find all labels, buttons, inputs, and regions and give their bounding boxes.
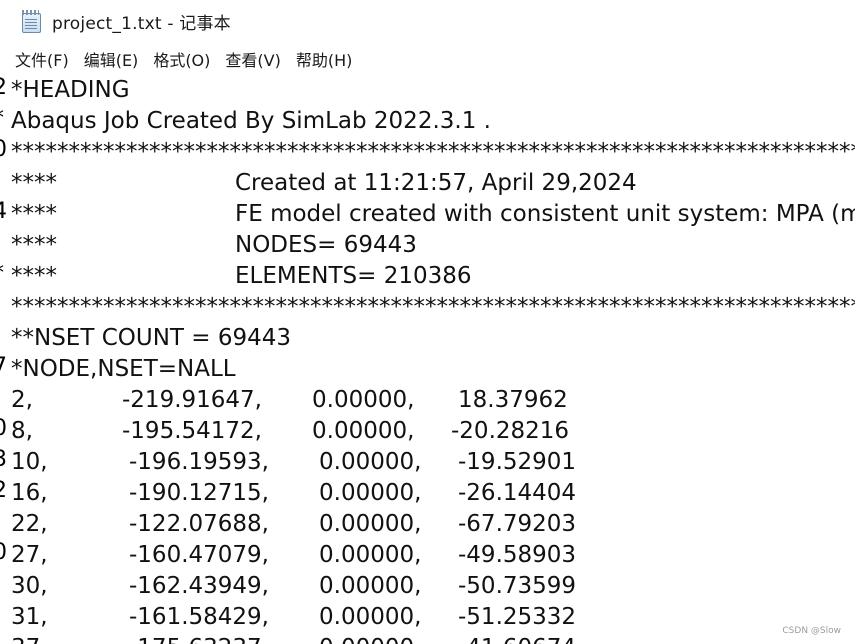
text-line: *HEADING xyxy=(11,77,130,103)
info-line: **** NODES= 69443 xyxy=(11,230,851,261)
notepad-icon xyxy=(20,10,42,33)
info-text: NODES= 69443 xyxy=(235,232,417,258)
node-x: -160.47079, xyxy=(129,542,269,568)
separator-line: ****************************************… xyxy=(11,294,855,320)
node-y: 0.00000, xyxy=(319,480,422,506)
node-id: 22, xyxy=(11,511,48,537)
node-x: -161.58429, xyxy=(129,604,269,630)
gutter-glyph: , xyxy=(0,227,9,258)
gutter-glyph: * xyxy=(0,258,9,289)
menu-view[interactable]: 查看(V) xyxy=(219,44,286,74)
node-id: 8, xyxy=(11,418,33,444)
node-id: 37, xyxy=(11,633,48,644)
window-title: project_1.txt - 记事本 xyxy=(52,13,231,34)
info-text: ELEMENTS= 210386 xyxy=(235,263,472,289)
node-row: 31, -161.58429, 0.00000, -51.25332 xyxy=(11,602,851,633)
node-id: 30, xyxy=(11,573,48,599)
node-id: 27, xyxy=(11,542,48,568)
node-z: -50.73599 xyxy=(458,573,577,599)
info-prefix: **** xyxy=(11,170,57,196)
text-line: **NSET COUNT = 69443 xyxy=(11,325,292,351)
node-z: -67.79203 xyxy=(458,511,577,537)
info-prefix: **** xyxy=(11,263,57,289)
node-id: 16, xyxy=(11,480,48,506)
menu-help[interactable]: 帮助(H) xyxy=(290,44,359,74)
node-row: 10, -196.19593, 0.00000, -19.52901 xyxy=(11,447,851,478)
node-z: -49.58903 xyxy=(458,542,577,568)
gutter-glyph: , xyxy=(0,41,9,72)
node-y: 0.00000, xyxy=(312,387,415,413)
background-window-edge: ,2*0,4,*,,7,032,0,, xyxy=(0,0,9,644)
node-z: -19.52901 xyxy=(458,449,577,475)
info-line: **** Created at 11:21:57, April 29,2024 xyxy=(11,168,851,199)
gutter-glyph: , xyxy=(0,599,9,630)
gutter-glyph: , xyxy=(0,320,9,351)
gutter-glyph: , xyxy=(0,289,9,320)
menu-format[interactable]: 格式(O) xyxy=(147,44,216,74)
node-y: 0.00000, xyxy=(312,418,415,444)
node-y: 0.00000, xyxy=(319,573,422,599)
node-row: 27, -160.47079, 0.00000, -49.58903 xyxy=(11,540,851,571)
node-z: -51.25332 xyxy=(458,604,577,630)
title-bar: project_1.txt - 记事本 xyxy=(9,0,855,42)
node-z: -41.60674 xyxy=(458,633,576,644)
node-x: -162.43949, xyxy=(129,573,269,599)
gutter-glyph: 0 xyxy=(0,537,9,568)
node-z: -26.14404 xyxy=(458,480,577,506)
gutter-glyph: 0 xyxy=(0,134,9,165)
info-line: **** FE model created with consistent un… xyxy=(11,199,855,230)
gutter-glyph: 2 xyxy=(0,72,9,103)
node-row: 22, -122.07688, 0.00000, -67.79203 xyxy=(11,509,851,540)
gutter-glyph: 3 xyxy=(0,444,9,475)
gutter-glyph: 4 xyxy=(0,196,9,227)
node-row: 8, -195.54172, 0.00000, -20.28216 xyxy=(11,416,851,447)
menu-edit[interactable]: 编辑(E) xyxy=(78,44,145,74)
node-x: -175.63237, xyxy=(129,633,269,644)
text-editor[interactable]: *HEADING Abaqus Job Created By SimLab 20… xyxy=(9,75,855,644)
info-prefix: **** xyxy=(11,201,57,227)
node-x: -190.12715, xyxy=(129,480,269,506)
node-y: 0.00000, xyxy=(319,449,422,475)
gutter-glyph: , xyxy=(0,506,9,537)
node-z: -20.28216 xyxy=(451,418,570,444)
node-y: 0.00000, xyxy=(319,511,422,537)
node-id: 31, xyxy=(11,604,48,630)
gutter-glyph: , xyxy=(0,382,9,413)
gutter-glyph: * xyxy=(0,103,9,134)
gutter-glyph: 7 xyxy=(0,351,9,382)
info-prefix: **** xyxy=(11,232,57,258)
gutter-glyph: , xyxy=(0,165,9,196)
node-row: 30, -162.43949, 0.00000, -50.73599 xyxy=(11,571,851,602)
node-x: -196.19593, xyxy=(129,449,269,475)
info-line: **** ELEMENTS= 210386 xyxy=(11,261,851,292)
node-z: 18.37962 xyxy=(458,387,568,413)
text-line: Abaqus Job Created By SimLab 2022.3.1 . xyxy=(11,108,491,134)
gutter-glyph: 0 xyxy=(0,413,9,444)
info-text: Created at 11:21:57, April 29,2024 xyxy=(235,170,637,196)
gutter-glyph: , xyxy=(0,568,9,599)
node-row: 2, -219.91647, 0.00000, 18.37962 xyxy=(11,385,851,416)
node-y: 0.00000, xyxy=(319,604,422,630)
node-id: 10, xyxy=(11,449,48,475)
menu-bar: 文件(F) 编辑(E) 格式(O) 查看(V) 帮助(H) xyxy=(9,44,855,74)
text-line: *NODE,NSET=NALL xyxy=(11,356,236,382)
watermark: CSDN @Slow xyxy=(782,626,841,636)
text-line: ****************************************… xyxy=(11,139,855,165)
menu-file[interactable]: 文件(F) xyxy=(9,44,75,74)
node-y: 0.00000, xyxy=(319,633,421,644)
node-row: 37, -175.63237, 0.00000, -41.60674 xyxy=(11,633,851,644)
node-y: 0.00000, xyxy=(319,542,422,568)
node-id: 2, xyxy=(11,387,33,413)
node-x: -195.54172, xyxy=(122,418,262,444)
node-x: -219.91647, xyxy=(122,387,262,413)
node-row: 16, -190.12715, 0.00000, -26.14404 xyxy=(11,478,851,509)
info-text: FE model created with consistent unit sy… xyxy=(235,201,855,227)
gutter-glyph: 2 xyxy=(0,475,9,506)
node-x: -122.07688, xyxy=(129,511,269,537)
